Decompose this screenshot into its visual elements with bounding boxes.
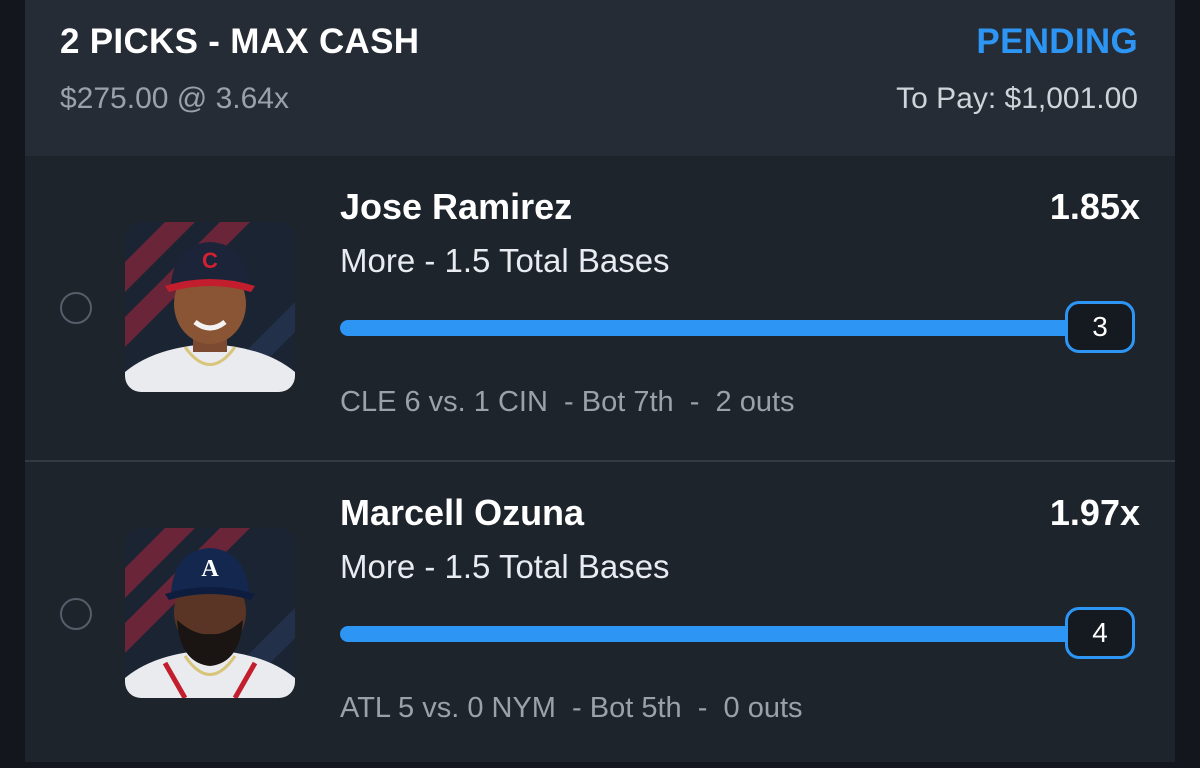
- player-avatar: C: [125, 222, 295, 392]
- pick-multiplier: 1.97x: [1049, 492, 1140, 533]
- app-frame: 2 PICKS - MAX CASH PENDING $275.00 @ 3.6…: [0, 0, 1200, 762]
- progress-bar: [340, 626, 1085, 642]
- pick-select-radio[interactable]: [60, 598, 92, 630]
- pick-multiplier: 1.85x: [1049, 186, 1140, 227]
- current-stat-count: 4: [1065, 607, 1135, 659]
- pick-row[interactable]: C Jose Ramirez 1.85x More - 1.5 Total Ba…: [25, 156, 1175, 462]
- entry-title: 2 PICKS - MAX CASH: [60, 22, 420, 61]
- entry-card[interactable]: 2 PICKS - MAX CASH PENDING $275.00 @ 3.6…: [25, 0, 1175, 762]
- stake-line: $275.00 @ 3.64x: [60, 82, 289, 115]
- player-avatar: A: [125, 528, 295, 698]
- entry-header: 2 PICKS - MAX CASH PENDING $275.00 @ 3.6…: [25, 0, 1175, 156]
- pick-row[interactable]: A Marcell Ozuna 1.97x More - 1.5 Total B…: [25, 462, 1175, 768]
- player-name: Jose Ramirez: [340, 186, 573, 227]
- pick-select-radio[interactable]: [60, 292, 92, 324]
- player-name: Marcell Ozuna: [340, 492, 585, 533]
- cap-logo-icon: A: [201, 556, 219, 582]
- game-status: ATL 5 vs. 0 NYM - Bot 5th - 0 outs: [340, 692, 803, 724]
- pick-line: More - 1.5 Total Bases: [340, 242, 670, 279]
- current-stat-count: 3: [1065, 301, 1135, 353]
- status-badge: PENDING: [976, 22, 1138, 61]
- progress-bar: [340, 320, 1085, 336]
- cap-logo-icon: C: [202, 248, 218, 273]
- game-status: CLE 6 vs. 1 CIN - Bot 7th - 2 outs: [340, 386, 795, 418]
- to-pay-amount: To Pay: $1,001.00: [896, 82, 1138, 115]
- pick-line: More - 1.5 Total Bases: [340, 548, 670, 585]
